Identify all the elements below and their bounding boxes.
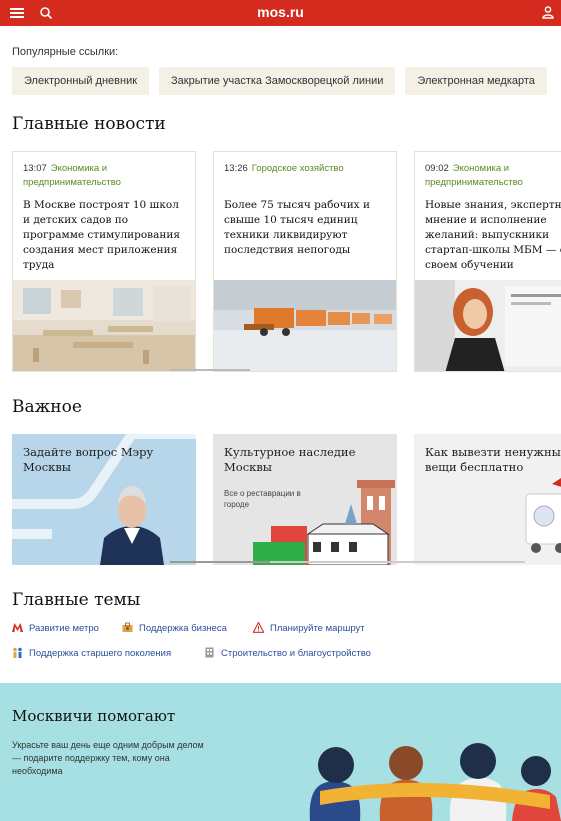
themes-heading: Главные темы <box>12 590 141 610</box>
helpers-description: Украсьте ваш день еще одним добрым делом… <box>12 740 204 776</box>
important-carousel[interactable]: Задайте вопрос Мэру Москвы Культурное на… <box>12 434 561 565</box>
news-image-classroom <box>13 280 195 371</box>
popular-link-chip[interactable]: Электронный дневник <box>12 67 150 95</box>
theme-label: Поддержка старшего поколения <box>29 648 172 659</box>
theme-label: Строительство и благоустройство <box>221 648 371 659</box>
news-title[interactable]: Более 75 тысяч рабочих и свыше 10 тысяч … <box>224 198 389 258</box>
important-carousel-scrollbar-thumb[interactable] <box>170 561 270 563</box>
important-tile[interactable]: Культурное наследие Москвы Все о реставр… <box>213 434 397 565</box>
popular-link-chip[interactable]: Электронная медкарта <box>405 67 547 95</box>
popular-links-label: Популярные ссылки: <box>12 46 119 58</box>
news-title[interactable]: Новые знания, экспертное мнение и исполн… <box>425 198 561 273</box>
family-icon <box>13 647 22 658</box>
business-icon <box>122 622 133 632</box>
tile-subtitle: Все о реставрации в городе <box>224 489 301 509</box>
metro-icon <box>12 623 23 632</box>
site-logo[interactable]: mos.ru <box>0 4 561 20</box>
news-carousel-scrollbar[interactable] <box>170 369 250 371</box>
helpers-illustration <box>309 743 561 821</box>
news-time: 13:26 <box>224 163 248 174</box>
news-time: 13:07 <box>23 163 47 174</box>
theme-label: Поддержка бизнеса <box>139 623 227 634</box>
theme-link-seniors[interactable]: Поддержка старшего поколения <box>12 647 171 659</box>
news-card[interactable]: 09:02 Экономика и предпринимательство Нов… <box>414 151 561 372</box>
tile-title[interactable]: Задайте вопрос Мэру Москвы <box>23 445 183 475</box>
important-tile[interactable]: Как вывезти ненужные вещи бесплатно <box>414 434 561 565</box>
important-tile[interactable]: Задайте вопрос Мэру Москвы <box>12 434 196 565</box>
news-carousel[interactable]: 13:07 Экономика и предпринимательство В М… <box>12 151 561 372</box>
popular-link-chip[interactable]: Закрытие участка Замоскворецкой линии <box>159 67 396 95</box>
important-heading: Важное <box>12 397 82 417</box>
news-heading: Главные новости <box>12 114 166 134</box>
warning-icon <box>253 622 264 633</box>
news-card[interactable]: 13:07 Экономика и предпринимательство В М… <box>12 151 196 372</box>
top-bar: mos.ru <box>0 0 561 26</box>
user-icon[interactable] <box>541 5 555 19</box>
popular-links-list: Электронный дневник Закрытие участка Замо… <box>12 67 561 95</box>
theme-label: Планируйте маршрут <box>270 623 365 634</box>
tile-title[interactable]: Культурное наследие Москвы <box>224 445 384 475</box>
news-category[interactable]: Городское хозяйство <box>252 163 344 174</box>
news-card[interactable]: 13:26 Городское хозяйство Более 75 тысяч … <box>213 151 397 372</box>
theme-label: Развитие метро <box>29 623 99 634</box>
news-time: 09:02 <box>425 163 449 174</box>
tile-title[interactable]: Как вывезти ненужные вещи бесплатно <box>425 445 561 475</box>
theme-link-route[interactable]: Планируйте маршрут <box>253 622 365 634</box>
news-title[interactable]: В Москве построят 10 школ и детских садо… <box>23 198 188 273</box>
theme-link-metro[interactable]: Развитие метро <box>12 622 99 634</box>
helpers-heading: Москвичи помогают <box>12 707 176 725</box>
theme-link-business[interactable]: Поддержка бизнеса <box>122 622 227 634</box>
building-icon <box>205 647 214 658</box>
theme-link-construction[interactable]: Строительство и благоустройство <box>204 647 371 659</box>
news-image-speaker <box>415 280 561 371</box>
helpers-banner[interactable]: Москвичи помогают Украсьте ваш день еще … <box>0 683 561 821</box>
news-image-snowplows <box>214 280 396 371</box>
